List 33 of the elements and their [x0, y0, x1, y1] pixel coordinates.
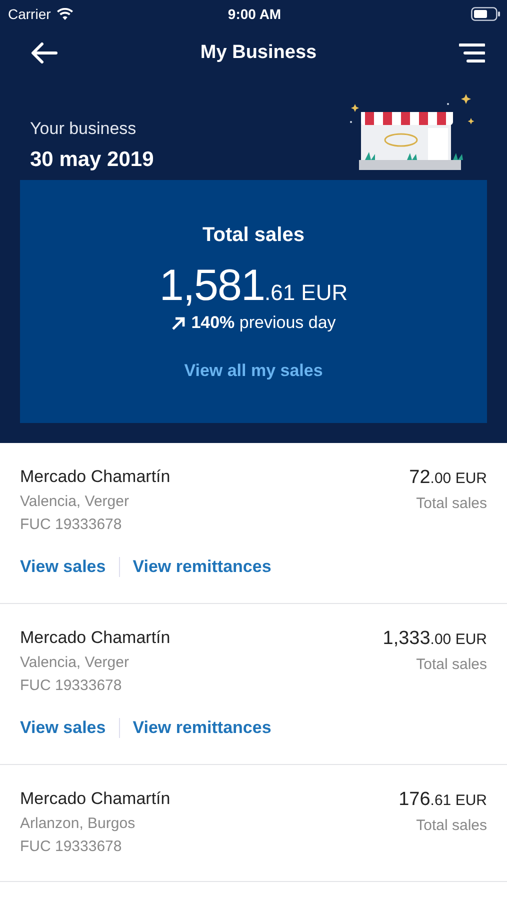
back-arrow-icon[interactable]: [30, 42, 58, 64]
store-name: Mercado Chamartín: [20, 789, 170, 809]
change-text: 140% previous day: [191, 313, 336, 333]
menu-icon[interactable]: [459, 43, 485, 63]
status-time: 9:00 AM: [228, 6, 282, 22]
business-date: 30 may 2019: [30, 148, 154, 172]
store-action-link[interactable]: View sales: [20, 557, 106, 577]
store-code: FUC 19333678: [20, 516, 123, 533]
store-location: Valencia, Verger: [20, 493, 130, 510]
store-location: Arlanzon, Burgos: [20, 815, 136, 832]
store-name: Mercado Chamartín: [20, 467, 170, 487]
trend-up-icon: [171, 316, 186, 330]
amount-label: Total sales: [416, 495, 487, 512]
screen-title: My Business: [200, 42, 317, 64]
summary-title: Total sales: [202, 224, 304, 247]
store-code: FUC 19333678: [20, 838, 123, 855]
amount: 1,581.61 EUR: [159, 261, 348, 311]
view-all-sales-link[interactable]: View all my sales: [184, 361, 323, 381]
amount: 176.61 EUR: [398, 789, 487, 811]
battery-icon: [471, 7, 502, 21]
business-label: Your business: [30, 118, 138, 138]
amount: 72.00 EUR: [409, 467, 487, 489]
store-action-link[interactable]: View remittances: [132, 718, 272, 738]
wifi-icon: [56, 8, 73, 20]
store-code: FUC 19333678: [20, 677, 123, 694]
amount-label: Total sales: [416, 817, 487, 834]
store-action-link[interactable]: View sales: [20, 718, 106, 738]
carrier-name: Carrier: [8, 6, 51, 22]
amount-label: Total sales: [416, 656, 487, 673]
amount: 1,333.00 EUR: [382, 628, 487, 650]
store-location: Valencia, Verger: [20, 654, 130, 671]
store-action-link[interactable]: View remittances: [132, 557, 272, 577]
store-name: Mercado Chamartín: [20, 628, 170, 648]
